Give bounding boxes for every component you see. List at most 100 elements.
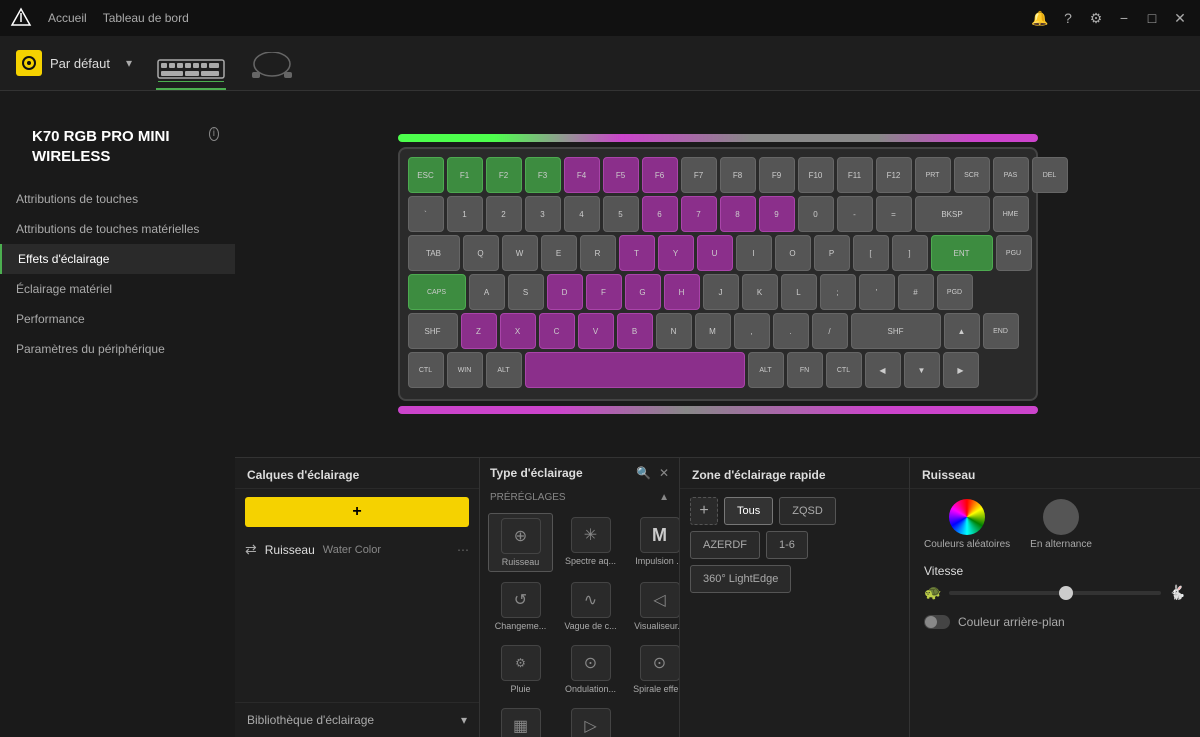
key-f2[interactable]: F2	[486, 157, 522, 193]
key-esc[interactable]: ESC	[408, 157, 444, 193]
minimize-button[interactable]: −	[1114, 8, 1134, 28]
help-icon[interactable]: ?	[1058, 8, 1078, 28]
key-f8[interactable]: F8	[720, 157, 756, 193]
key-alt-r[interactable]: ALT	[748, 352, 784, 388]
key-k[interactable]: K	[742, 274, 778, 310]
settings-icon[interactable]: ⚙	[1086, 8, 1106, 28]
key-f11[interactable]: F11	[837, 157, 873, 193]
key-r[interactable]: R	[580, 235, 616, 271]
preset-spirale[interactable]: ⊙ Spirale effe...	[628, 641, 679, 698]
key-del[interactable]: DEL	[1032, 157, 1068, 193]
zone-360-lightedge[interactable]: 360° LightEdge	[690, 565, 791, 593]
key-i[interactable]: I	[736, 235, 772, 271]
key-t[interactable]: T	[619, 235, 655, 271]
sidebar-item-parametres[interactable]: Paramètres du périphérique	[0, 334, 235, 364]
key-win[interactable]: WIN	[447, 352, 483, 388]
key-2[interactable]: 2	[486, 196, 522, 232]
sidebar-item-attributions-touches[interactable]: Attributions de touches	[0, 184, 235, 214]
key-6[interactable]: 6	[642, 196, 678, 232]
key-p[interactable]: P	[814, 235, 850, 271]
key-prt[interactable]: PRT	[915, 157, 951, 193]
key-pgdn[interactable]: PGD	[937, 274, 973, 310]
preset-visualiseur[interactable]: ◁ Visualiseur...	[628, 578, 679, 635]
key-lbracket[interactable]: [	[853, 235, 889, 271]
preset-pluie[interactable]: ⚙ Pluie	[488, 641, 553, 698]
key-9[interactable]: 9	[759, 196, 795, 232]
preset-icon9[interactable]: ▦	[488, 704, 553, 737]
key-0[interactable]: 0	[798, 196, 834, 232]
nav-accueil[interactable]: Accueil	[48, 11, 87, 25]
key-v[interactable]: V	[578, 313, 614, 349]
preset-vague[interactable]: ∿ Vague de c...	[559, 578, 622, 635]
device-tab-headset[interactable]	[242, 36, 302, 90]
preset-ondulation[interactable]: ⊙ Ondulation...	[559, 641, 622, 698]
key-space[interactable]	[525, 352, 745, 388]
sidebar-item-performance[interactable]: Performance	[0, 304, 235, 334]
zone-1-6[interactable]: 1-6	[766, 531, 808, 559]
key-home[interactable]: HME	[993, 196, 1029, 232]
panel-close-icon[interactable]: ✕	[659, 466, 669, 480]
preset-spectre[interactable]: ✳ Spectre aq...	[559, 513, 622, 572]
sidebar-item-effets-eclairage[interactable]: Effets d'éclairage	[0, 244, 235, 274]
key-8[interactable]: 8	[720, 196, 756, 232]
layer-more-icon[interactable]: ⋯	[457, 543, 469, 557]
color-aleatoires[interactable]: Couleurs aléatoires	[924, 499, 1010, 550]
key-b[interactable]: B	[617, 313, 653, 349]
zone-azerdf[interactable]: AZERDF	[690, 531, 760, 559]
key-comma[interactable]: ,	[734, 313, 770, 349]
key-rbracket[interactable]: ]	[892, 235, 928, 271]
key-7[interactable]: 7	[681, 196, 717, 232]
key-g[interactable]: G	[625, 274, 661, 310]
key-f6[interactable]: F6	[642, 157, 678, 193]
key-s[interactable]: S	[508, 274, 544, 310]
key-j[interactable]: J	[703, 274, 739, 310]
key-backspace[interactable]: BKSP	[915, 196, 990, 232]
key-y[interactable]: Y	[658, 235, 694, 271]
key-period[interactable]: .	[773, 313, 809, 349]
preset-ruisseau[interactable]: ⊕ Ruisseau	[488, 513, 553, 572]
key-n[interactable]: N	[656, 313, 692, 349]
key-f10[interactable]: F10	[798, 157, 834, 193]
key-semicolon[interactable]: ;	[820, 274, 856, 310]
key-d[interactable]: D	[547, 274, 583, 310]
key-f12[interactable]: F12	[876, 157, 912, 193]
key-pause[interactable]: PAS	[993, 157, 1029, 193]
close-button[interactable]: ✕	[1170, 8, 1190, 28]
key-backtick[interactable]: `	[408, 196, 444, 232]
key-up[interactable]: ▲	[944, 313, 980, 349]
key-o[interactable]: O	[775, 235, 811, 271]
key-equals[interactable]: =	[876, 196, 912, 232]
key-f9[interactable]: F9	[759, 157, 795, 193]
key-4[interactable]: 4	[564, 196, 600, 232]
key-x[interactable]: X	[500, 313, 536, 349]
bg-color-toggle[interactable]	[924, 615, 950, 629]
key-fn[interactable]: FN	[787, 352, 823, 388]
info-icon[interactable]: i	[209, 127, 219, 141]
key-f5[interactable]: F5	[603, 157, 639, 193]
key-f[interactable]: F	[586, 274, 622, 310]
profile-select[interactable]: Par défaut ▾	[16, 50, 132, 76]
key-quote[interactable]: '	[859, 274, 895, 310]
key-1[interactable]: 1	[447, 196, 483, 232]
key-5[interactable]: 5	[603, 196, 639, 232]
key-right[interactable]: ▶	[943, 352, 979, 388]
key-f7[interactable]: F7	[681, 157, 717, 193]
key-slash[interactable]: /	[812, 313, 848, 349]
key-u[interactable]: U	[697, 235, 733, 271]
maximize-button[interactable]: □	[1142, 8, 1162, 28]
preset-icon10[interactable]: ▷	[559, 704, 622, 737]
preset-impulsion[interactable]: M Impulsion ...	[628, 513, 679, 572]
layer-item[interactable]: ⇄ Ruisseau Water Color ⋯	[235, 535, 479, 564]
key-caps[interactable]: CAPS	[408, 274, 466, 310]
key-e[interactable]: E	[541, 235, 577, 271]
key-enter[interactable]: ENT	[931, 235, 993, 271]
key-m[interactable]: M	[695, 313, 731, 349]
key-down[interactable]: ▼	[904, 352, 940, 388]
zone-zqsd[interactable]: ZQSD	[779, 497, 836, 525]
key-a[interactable]: A	[469, 274, 505, 310]
key-f4[interactable]: F4	[564, 157, 600, 193]
panel-search-icon[interactable]: 🔍	[636, 466, 651, 480]
key-left[interactable]: ◀	[865, 352, 901, 388]
nav-tableau-de-bord[interactable]: Tableau de bord	[103, 11, 189, 25]
zone-add-button[interactable]: +	[690, 497, 718, 525]
